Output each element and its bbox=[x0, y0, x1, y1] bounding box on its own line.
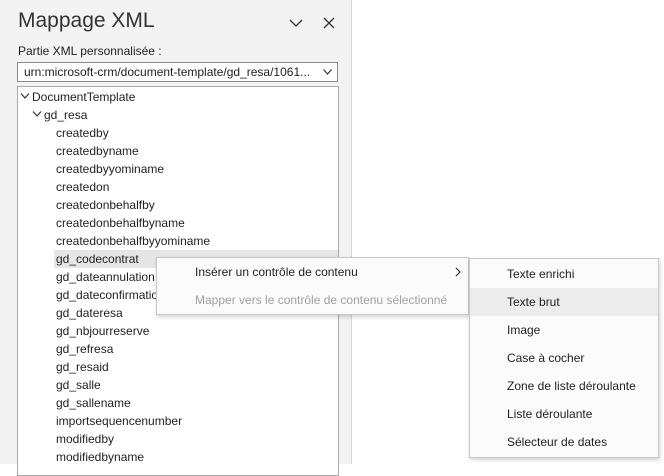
tree-node-entity[interactable]: gd_resa bbox=[18, 106, 338, 124]
tree-node-label: gd_dateresa bbox=[56, 306, 123, 320]
tree-node-label: gd_dateconfirmation bbox=[56, 288, 165, 302]
tree-node-label: gd_sallename bbox=[56, 396, 131, 410]
expand-icon bbox=[20, 93, 30, 99]
pane-title: Mappage XML bbox=[18, 9, 155, 32]
submenu-item-combo-box[interactable]: Zone de liste déroulante bbox=[470, 372, 658, 400]
tree-node-label: gd_salle bbox=[56, 378, 101, 392]
tree-node-field[interactable]: createdonbehalfby bbox=[54, 196, 338, 214]
submenu-arrow-icon bbox=[455, 267, 461, 277]
expand-icon bbox=[32, 111, 42, 117]
insert-content-control-item[interactable]: Insérer un contrôle de contenu bbox=[195, 265, 358, 279]
tree-node-label: createdbyyominame bbox=[56, 162, 165, 176]
tree-node-field[interactable]: createdonbehalfbyyominame bbox=[54, 232, 338, 250]
tree-node-label: gd_codecontrat bbox=[56, 252, 139, 266]
tree-node-field[interactable]: modifiedby bbox=[54, 430, 338, 448]
tree-node-field[interactable]: importsequencenumber bbox=[54, 412, 338, 430]
tree-node-label: createdonbehalfby bbox=[56, 198, 155, 212]
tree-node-field[interactable]: createdby bbox=[54, 124, 338, 142]
tree-node-label: modifiedbyname bbox=[56, 450, 145, 464]
tree-node-label: DocumentTemplate bbox=[32, 90, 136, 104]
tree-node-label: modifiedby bbox=[56, 432, 115, 446]
tree-node-label: createdonbehalfbyname bbox=[56, 216, 185, 230]
map-to-selected-control-item[interactable]: Mapper vers le contrôle de contenu sélec… bbox=[195, 293, 447, 307]
tree-node-label: gd_refresa bbox=[56, 342, 114, 356]
tree-node-field[interactable]: modifiedbyname bbox=[54, 448, 338, 466]
tree-node-field[interactable]: gd_resaid bbox=[54, 358, 338, 376]
content-control-submenu: Texte enrichi Texte brut Image Case à co… bbox=[469, 258, 659, 458]
custom-part-value: urn:microsoft-crm/document-template/gd_r… bbox=[24, 65, 311, 79]
tree-node-label: createdon bbox=[56, 180, 110, 194]
tree-node-label: gd_nbjourreserve bbox=[56, 324, 150, 338]
custom-part-dropdown[interactable]: urn:microsoft-crm/document-template/gd_r… bbox=[17, 62, 338, 82]
submenu-item-picture[interactable]: Image bbox=[470, 316, 658, 344]
context-menu: Insérer un contrôle de contenu Mapper ve… bbox=[156, 257, 469, 315]
tree-node-label: gd_dateannulation bbox=[56, 270, 155, 284]
tree-node-field[interactable]: createdonbehalfbyname bbox=[54, 214, 338, 232]
submenu-item-plain-text[interactable]: Texte brut bbox=[470, 288, 658, 316]
tree-node-field[interactable]: createdon bbox=[54, 178, 338, 196]
custom-part-label: Partie XML personnalisée : bbox=[18, 44, 162, 58]
tree-node-field[interactable]: gd_nbjourreserve bbox=[54, 322, 338, 340]
tree-node-label: gd_resa bbox=[44, 108, 88, 122]
xml-mapping-pane: Mappage XML Partie XML personnalisée : u… bbox=[0, 0, 352, 476]
tree-node-field[interactable]: createdbyyominame bbox=[54, 160, 338, 178]
tree-node-root[interactable]: DocumentTemplate bbox=[18, 88, 338, 106]
close-icon bbox=[323, 17, 335, 29]
submenu-item-checkbox[interactable]: Case à cocher bbox=[470, 344, 658, 372]
chevron-down-icon bbox=[289, 19, 303, 27]
submenu-item-rich-text[interactable]: Texte enrichi bbox=[470, 260, 658, 288]
pane-options-button[interactable] bbox=[287, 14, 305, 32]
tree-node-label: createdby bbox=[56, 126, 109, 140]
tree-node-label: createdbyname bbox=[56, 144, 139, 158]
tree-node-label: createdonbehalfbyyominame bbox=[56, 234, 211, 248]
tree-node-field[interactable]: gd_salle bbox=[54, 376, 338, 394]
submenu-item-drop-down-list[interactable]: Liste déroulante bbox=[470, 400, 658, 428]
tree-node-field[interactable]: gd_sallename bbox=[54, 394, 338, 412]
tree-node-label: gd_resaid bbox=[56, 360, 109, 374]
pane-close-button[interactable] bbox=[320, 14, 338, 32]
submenu-item-date-picker[interactable]: Sélecteur de dates bbox=[470, 428, 658, 456]
tree-node-field[interactable]: createdbyname bbox=[54, 142, 338, 160]
tree-node-field[interactable]: gd_refresa bbox=[54, 340, 338, 358]
tree-node-label: importsequencenumber bbox=[56, 414, 183, 428]
dropdown-arrow-icon bbox=[323, 69, 332, 75]
